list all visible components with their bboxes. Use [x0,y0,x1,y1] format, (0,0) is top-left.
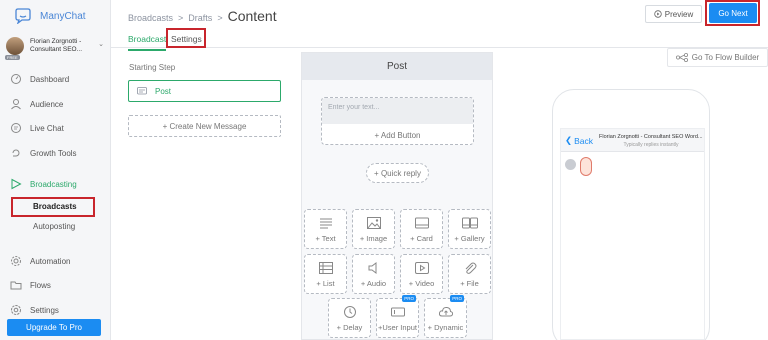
message-bubble [580,157,592,176]
account-name: Florian Zorgnotti - Consultant SEO... [30,38,83,53]
cloud-icon [438,306,454,317]
phone-screen: ❮ Back Florian Zorgnotti - Consultant SEO… [560,128,705,340]
manychat-logo-icon [15,8,31,24]
add-dynamic-block[interactable]: PRO + Dynamic [424,295,467,338]
tab-bar: Broadcast Settings [111,28,768,51]
sidebar-item-settings[interactable]: Settings [0,302,111,318]
add-list-block[interactable]: + List [304,254,347,294]
sidebar-item-flows[interactable]: Flows [0,277,111,293]
add-text-block[interactable]: + Text [304,209,347,249]
app-logo[interactable]: ManyChat [14,8,86,24]
page-name: Florian Zorgnotti - Consultant SEO Word.… [599,134,703,140]
app-name: ManyChat [40,10,86,22]
preview-button[interactable]: Preview [645,5,702,23]
sidebar-item-automation[interactable]: Automation [0,253,111,269]
sidebar-subitem-autoposting[interactable]: Autoposting [33,222,75,231]
input-icon [391,307,405,317]
flow-icon [675,53,688,62]
account-switcher[interactable]: FREE Florian Zorgnotti - Consultant SEO.… [5,35,106,60]
back-button: ❮ Back [565,135,594,146]
clock-icon [344,306,356,318]
breadcrumb-separator: > [217,13,223,23]
chevron-left-icon: ❮ [565,135,573,145]
user-icon [11,99,21,110]
quick-reply-button[interactable]: + Quick reply [366,163,429,183]
send-icon [11,178,22,190]
add-button[interactable]: + Add Button [322,124,473,144]
folder-icon [10,281,22,290]
gallery-icon [462,217,478,229]
add-user-input-block[interactable]: PRO +User Input [376,295,419,338]
add-card-block[interactable]: + Card [400,209,443,249]
highlight-box [166,28,206,48]
upgrade-to-pro-button[interactable]: Upgrade To Pro [7,319,101,336]
pro-badge: PRO [450,295,464,302]
page-avatar [565,159,576,170]
play-circle-icon [654,10,662,18]
tab-broadcast[interactable]: Broadcast [128,34,167,51]
breadcrumb: Broadcasts > Drafts > Content [128,8,277,24]
sidebar-item-audience[interactable]: Audience [0,96,111,112]
add-image-block[interactable]: + Image [352,209,395,249]
gear-icon [11,256,21,266]
image-icon [367,217,381,229]
sidebar: ManyChat FREE Florian Zorgnotti - Consul… [0,0,111,340]
text-input[interactable]: Enter your text... [322,98,473,124]
sidebar-item-broadcasting[interactable]: Broadcasting [0,176,111,192]
pro-badge: PRO [402,295,416,302]
highlight-box [11,197,95,217]
growth-icon [12,149,20,157]
plan-badge: FREE [5,55,20,60]
message-icon [137,86,147,94]
add-video-block[interactable]: + Video [400,254,443,294]
avatar: FREE [5,37,24,60]
video-icon [415,262,429,274]
sidebar-item-live-chat[interactable]: Live Chat [0,120,111,136]
message-editor: Post Enter your text... + Add Button + Q… [301,52,493,340]
create-new-message-button[interactable]: + Create New Message [128,115,281,137]
list-icon [319,262,333,274]
text-block: Enter your text... + Add Button [321,97,474,145]
settings-icon [11,305,21,315]
add-audio-block[interactable]: + Audio [352,254,395,294]
chat-icon [11,123,21,133]
messenger-header: ❮ Back Florian Zorgnotti - Consultant SEO… [561,129,704,152]
chevron-down-icon: ⌄ [98,41,104,48]
breadcrumb-broadcasts[interactable]: Broadcasts [128,13,173,23]
dashboard-icon [11,74,21,84]
starting-step-label: Starting Step [129,63,176,72]
reply-status: Typically replies instantly [623,142,679,148]
text-icon [320,218,332,229]
breadcrumb-drafts[interactable]: Drafts [188,13,212,23]
sidebar-item-growth-tools[interactable]: Growth Tools [0,145,111,161]
add-delay-block[interactable]: + Delay [328,298,371,338]
add-gallery-block[interactable]: + Gallery [448,209,491,249]
breadcrumb-separator: > [178,13,184,23]
sidebar-item-dashboard[interactable]: Dashboard [0,71,111,87]
add-file-block[interactable]: + File [448,254,491,294]
audio-icon [368,262,377,274]
paperclip-icon [465,262,477,274]
go-next-button[interactable]: Go Next [709,3,757,23]
editor-title: Post [302,53,492,80]
go-to-flow-builder-button[interactable]: Go To Flow Builder [667,48,768,67]
card-icon [415,217,429,229]
page-title: Content [227,8,277,24]
step-post[interactable]: Post [128,80,281,102]
